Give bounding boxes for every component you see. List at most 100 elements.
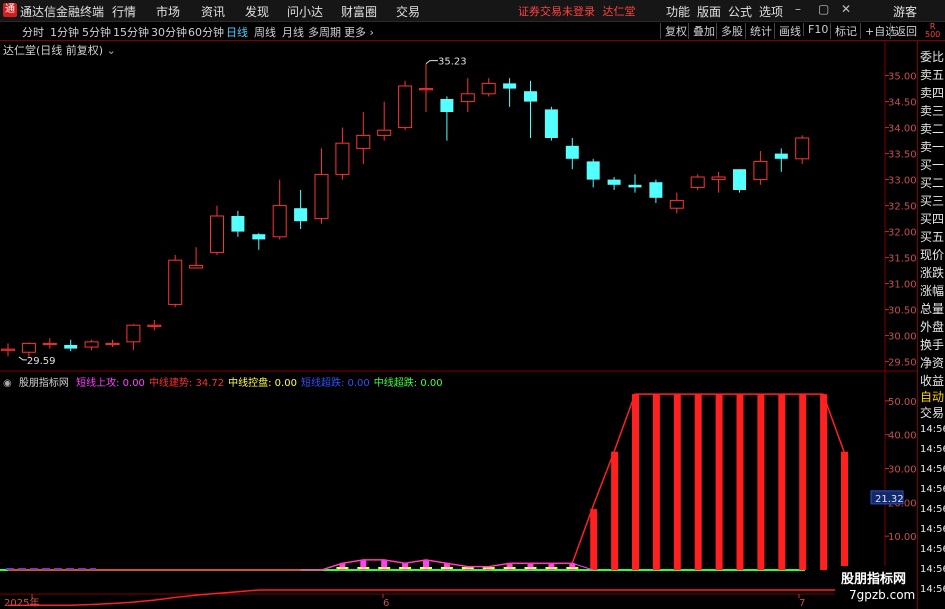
candle-body-up [669, 199, 684, 209]
ind-tick-label: 50.00 [888, 397, 917, 408]
candle-body-down [524, 91, 537, 102]
candle-body-up [419, 88, 433, 91]
date-tick-label: 7 [799, 598, 805, 609]
price-tick-label: 30.00 [888, 332, 917, 343]
kline-chart[interactable]: 35.00 34.50 34.00 33.50 33.00 32.50 32.00 31.50… [0, 0, 917, 609]
quote-panel-item-3: 卖三 [920, 104, 945, 118]
candle-body-down [649, 182, 663, 198]
legend-item-0: 短线上攻: 0.00 [76, 378, 145, 389]
candle-body-up [335, 142, 350, 175]
trend-bar [799, 394, 807, 570]
price-tick-label: 32.00 [888, 228, 917, 239]
candle-body-down [607, 179, 621, 185]
quote-panel-item-11: 现价 [920, 248, 945, 262]
quote-panel-item-21[interactable]: 14:56 [920, 424, 945, 435]
candle-body-up [126, 324, 141, 343]
candle-body-up [189, 264, 204, 269]
candle-body-up [84, 341, 99, 348]
quote-panel-item-27[interactable]: 14:56 [920, 544, 945, 555]
price-tick-label: 31.00 [888, 280, 917, 291]
trend-bar [632, 394, 639, 570]
quote-panel-item-0: 委比 [920, 50, 945, 64]
trend-bar [841, 451, 848, 570]
legend-item-4: 中线超跌: 0.00 [373, 378, 443, 389]
trend-bar [652, 394, 660, 570]
price-tick-label: 34.00 [888, 124, 917, 135]
candle-body-up [753, 160, 768, 181]
candle-body-down [252, 234, 266, 240]
candle-body-up [1, 348, 15, 351]
trend-bar [694, 394, 702, 570]
r-badge: R 500 [925, 23, 940, 39]
quote-panel-item-26[interactable]: 14:56 [920, 524, 945, 535]
price-tick-label: 32.50 [888, 202, 917, 213]
candle-body-down [628, 184, 642, 188]
quote-panel-item-14: 总量 [920, 302, 945, 316]
trend-bar [673, 394, 681, 570]
candle-body-up [460, 93, 475, 103]
r-badge-text: R 500 [925, 22, 941, 39]
quote-panel-item-6: 买一 [920, 158, 945, 172]
quote-panel-item-25[interactable]: 14:56 [920, 504, 945, 515]
candle-body-up [168, 259, 183, 305]
candle-body-up [398, 85, 413, 129]
price-tick-label: 30.50 [888, 306, 917, 317]
candle-body-down [294, 208, 308, 222]
ind-tick-label: 40.00 [888, 431, 917, 442]
candle-body-down [440, 99, 454, 112]
trend-bar [778, 394, 786, 570]
quote-panel-item-2: 卖四 [920, 86, 945, 100]
candle-body-down [64, 344, 78, 349]
price-tick-label: 33.50 [888, 150, 917, 161]
candle-body-up [711, 176, 726, 181]
legend-item-3: 短线超跌: 0.00 [300, 378, 370, 389]
candle-body-down [774, 153, 788, 159]
current-value-label: 21.32 [875, 494, 904, 505]
quote-panel-item-23[interactable]: 14:56 [920, 464, 945, 475]
quote-panel-item-15: 外盘 [920, 320, 945, 334]
trend-bar [590, 509, 598, 570]
quote-panel-item-1: 卖五 [920, 68, 945, 82]
quote-panel-item-18: 收益 [920, 374, 945, 388]
price-tick-label: 29.50 [888, 358, 917, 369]
quote-panel-item-29[interactable]: 14:56 [920, 584, 945, 595]
ind-tick-label: 30.00 [888, 465, 917, 476]
price-tick-label: 35.00 [888, 72, 917, 83]
watermark-line2: 7gpzb.com [849, 588, 916, 602]
quote-panel-item-22[interactable]: 14:56 [920, 444, 945, 455]
quote-panel-item-20[interactable]: 交易 [920, 404, 944, 421]
quote-panel: 委比 卖五 卖四 卖三 卖二 卖一 买一 买二 买三 买四 买五 现价 涨跌 涨幅 总量 外盘 换手 净资 收益 自动… [917, 40, 945, 609]
price-tick-label: 34.50 [888, 98, 917, 109]
trend-bar [820, 394, 828, 570]
red-bottom-line [8, 589, 844, 606]
date-tick-label: 2025年 [4, 596, 39, 609]
candle-body-up [147, 324, 162, 327]
candle-body-up [481, 82, 496, 95]
quote-panel-item-8: 买三 [920, 194, 945, 208]
watermark: 股朋指标网 7gpzb.com [835, 566, 917, 609]
watermark-line1: 股朋指标网 [841, 572, 907, 587]
candle-body-up [356, 134, 371, 149]
quote-panel-item-19[interactable]: 自动 [920, 388, 944, 405]
legend-item-2: 中线控盘: 0.00 [228, 378, 297, 389]
quote-panel-item-9: 买四 [920, 212, 945, 226]
quote-panel-item-16: 换手 [920, 338, 945, 352]
date-tick-label: 6 [383, 598, 389, 609]
high-marker [425, 60, 438, 65]
quote-panel-item-24[interactable]: 14:56 [920, 484, 945, 495]
indicator-name[interactable]: 股朋指标网 [19, 378, 69, 389]
quote-panel-item-12: 涨跌 [920, 266, 945, 280]
candle-body-up [377, 129, 392, 136]
quote-panel-item-7: 买二 [920, 176, 945, 190]
quote-panel-item-28[interactable]: 14:56 [920, 564, 945, 575]
candle-body-down [544, 109, 558, 138]
quote-panel-item-5: 卖一 [920, 140, 945, 154]
trend-bar [715, 394, 723, 570]
indicator-legend: ◉ 股朋指标网 短线上攻: 0.00 中线建势: 34.72 中线控盘: 0.00 短… [3, 374, 451, 389]
trend-bar [757, 394, 765, 570]
candle-body-down [503, 83, 517, 89]
candle-body-up [795, 137, 810, 160]
candle-body-down [565, 145, 579, 159]
indicator-name-icon: ◉ [3, 378, 12, 389]
price-tick-label: 33.00 [888, 176, 917, 187]
